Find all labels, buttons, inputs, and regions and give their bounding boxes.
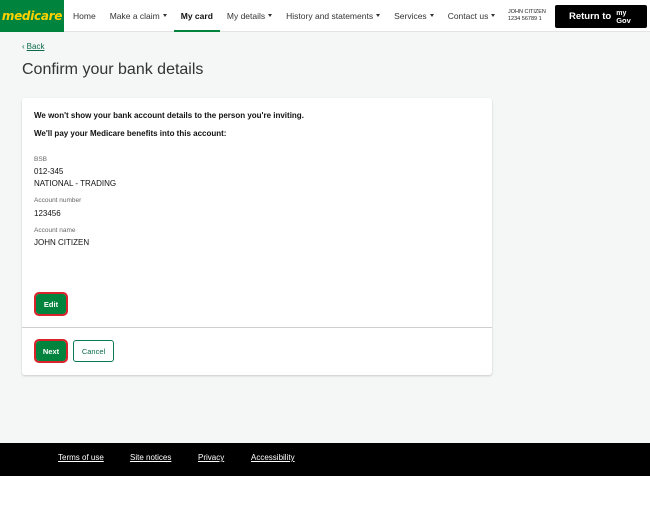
medicare-logo[interactable]: medicare [0, 0, 64, 32]
nav-contact-us-label: Contact us [447, 10, 489, 21]
nav-history-label: History and statements [286, 10, 374, 21]
return-to-label: Return to [569, 11, 612, 22]
footer-link-privacy[interactable]: Privacy [198, 453, 224, 462]
privacy-notice: We won't show your bank account details … [34, 111, 304, 120]
user-number: 1234 56789 1 [508, 16, 542, 22]
edit-button[interactable]: Edit [34, 292, 68, 316]
footer-link-accessibility[interactable]: Accessibility [251, 453, 295, 462]
nav-my-details[interactable]: My details [220, 0, 279, 31]
nav-services[interactable]: Services [387, 0, 441, 31]
next-button-label: Next [42, 346, 60, 356]
user-info: JOHN CITIZEN 1234 56789 1 [508, 9, 546, 23]
nav-services-label: Services [394, 10, 427, 21]
edit-button-label: Edit [43, 299, 59, 309]
nav-make-a-claim-label: Make a claim [109, 10, 160, 21]
chevron-down-icon [491, 14, 496, 17]
bsb-value: 012-345 [34, 167, 64, 176]
account-name-value: JOHN CITIZEN [34, 238, 90, 247]
nav-history-and-statements[interactable]: History and statements [279, 0, 387, 31]
next-button[interactable]: Next [34, 339, 68, 363]
back-label: Back [26, 42, 45, 51]
chevron-left-icon: ‹ [22, 42, 25, 51]
page-title: Confirm your bank details [22, 61, 204, 78]
return-to-mygov-button[interactable]: Return to my Gov [555, 5, 647, 28]
site-footer: Terms of use Site notices Privacy Access… [0, 443, 650, 476]
nav-my-card[interactable]: My card [173, 0, 221, 32]
chevron-down-icon [162, 14, 167, 17]
cancel-button[interactable]: Cancel [73, 340, 114, 362]
card-divider [22, 327, 492, 328]
payment-notice: We'll pay your Medicare benefits into th… [34, 129, 227, 138]
footer-link-site-notices[interactable]: Site notices [130, 453, 171, 462]
footer-link-terms[interactable]: Terms of use [58, 453, 104, 462]
nav-contact-us[interactable]: Contact us [441, 0, 503, 31]
account-number-label: Account number [34, 197, 82, 204]
mygov-logo: my Gov [616, 10, 631, 24]
chevron-down-icon [268, 14, 273, 17]
bank-name: NATIONAL - TRADING [34, 179, 117, 188]
back-link[interactable]: ‹ Back [22, 42, 44, 51]
nav-home-label: Home [73, 10, 96, 21]
cancel-button-label: Cancel [81, 346, 106, 356]
main-nav: Home Make a claim My card My details His… [66, 0, 503, 32]
mygov-logo-gov: Gov [616, 15, 631, 25]
account-name-label: Account name [34, 227, 76, 234]
nav-home[interactable]: Home [66, 0, 103, 31]
nav-my-details-label: My details [226, 10, 266, 21]
site-header: medicare Home Make a claim My card My de… [0, 0, 650, 32]
bank-details-card: We won't show your bank account details … [22, 98, 492, 375]
main-content: ‹ Back Confirm your bank details We won't… [0, 32, 650, 443]
user-name: JOHN CITIZEN [508, 9, 546, 15]
nav-make-a-claim[interactable]: Make a claim [103, 0, 174, 31]
chevron-down-icon [376, 14, 381, 17]
account-number-value: 123456 [34, 209, 61, 218]
bsb-label: BSB [34, 156, 48, 163]
chevron-down-icon [429, 14, 434, 17]
logo-text: medicare [1, 9, 63, 23]
nav-my-card-label: My card [180, 10, 213, 21]
